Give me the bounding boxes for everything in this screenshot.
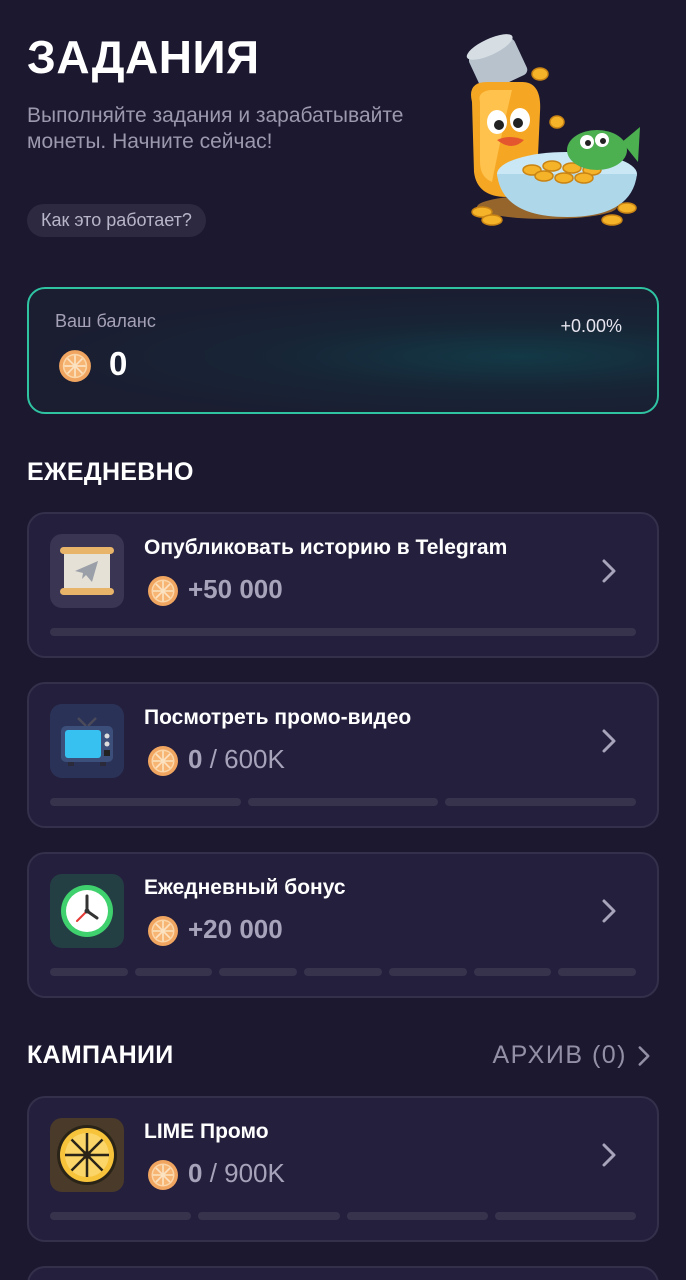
- progress-segment: [247, 798, 439, 806]
- progress-segment: [473, 968, 552, 976]
- chevron-right-icon: [638, 1045, 650, 1066]
- progress-segment: [50, 628, 636, 636]
- progress-segment: [134, 968, 213, 976]
- task-title: LIME Промо: [144, 1120, 269, 1143]
- page-title: ЗАДАНИЯ: [27, 31, 260, 83]
- task-progress: [50, 968, 637, 976]
- task-reward: 0 / 600K: [188, 744, 285, 775]
- task-title: Опубликовать историю в Telegram: [144, 536, 508, 559]
- task-card-daily-bonus[interactable]: Ежедневный бонус +20 000: [27, 852, 659, 998]
- coin-icon: [147, 915, 179, 947]
- task-reward-value: +50 000: [188, 574, 283, 604]
- progress-segment: [388, 968, 467, 976]
- balance-card: Ваш баланс +0.00% 0: [27, 287, 659, 414]
- progress-segment: [50, 1212, 192, 1220]
- task-progress: [50, 798, 637, 806]
- chevron-right-icon: [601, 558, 617, 584]
- task-card-lime-promo[interactable]: LIME Промо 0 / 900K: [27, 1096, 659, 1242]
- task-title: Посмотреть промо-видео: [144, 706, 412, 729]
- coin-icon: [58, 349, 92, 383]
- lime-icon: [50, 1118, 124, 1192]
- progress-segment: [50, 968, 128, 976]
- task-reward: 0 / 900K: [188, 1158, 285, 1189]
- balance-label: Ваш баланс: [55, 311, 156, 331]
- mascot-illustration: [466, 34, 640, 226]
- task-progress: [50, 1212, 636, 1220]
- task-reward-total: / 600K: [202, 744, 285, 774]
- progress-segment: [558, 968, 637, 976]
- chevron-right-icon: [601, 728, 617, 754]
- coin-icon: [147, 1159, 179, 1191]
- how-it-works-button[interactable]: Как это работает?: [27, 204, 206, 237]
- task-reward: +20 000: [188, 914, 283, 945]
- task-reward-value: +20 000: [188, 914, 283, 944]
- daily-section-title: ЕЖЕДНЕВНО: [27, 458, 194, 486]
- progress-segment: [445, 798, 637, 806]
- task-reward-value: 0: [188, 1158, 203, 1188]
- progress-segment: [198, 1212, 340, 1220]
- task-card-partial[interactable]: [27, 1266, 659, 1280]
- tv-icon: [50, 704, 124, 778]
- task-reward: +50 000: [188, 574, 283, 605]
- balance-change: +0.00%: [560, 316, 622, 336]
- progress-segment: [494, 1212, 636, 1220]
- chevron-right-icon: [601, 1142, 617, 1168]
- progress-segment: [219, 968, 298, 976]
- chevron-right-icon: [601, 898, 617, 924]
- coin-icon: [147, 575, 179, 607]
- progress-segment: [50, 798, 241, 806]
- task-reward-value: 0: [188, 744, 203, 774]
- task-title: Ежедневный бонус: [144, 876, 346, 899]
- page-subtitle: Выполняйте задания и зарабатывайте монет…: [27, 104, 404, 153]
- clock-icon: [50, 874, 124, 948]
- balance-value: 0: [109, 345, 128, 382]
- progress-segment: [346, 1212, 488, 1220]
- task-progress: [50, 628, 636, 636]
- task-card-watch-promo[interactable]: Посмотреть промо-видео 0 / 600K: [27, 682, 659, 828]
- archive-link[interactable]: АРХИВ (0): [492, 1041, 651, 1070]
- task-card-publish-story[interactable]: Опубликовать историю в Telegram +50 000: [27, 512, 659, 658]
- campaigns-section-title: КАМПАНИИ: [27, 1041, 174, 1069]
- archive-label: АРХИВ (0): [492, 1041, 627, 1069]
- task-reward-total: / 900K: [202, 1158, 285, 1188]
- telegram-scroll-icon: [50, 534, 124, 608]
- coin-icon: [147, 745, 179, 777]
- progress-segment: [304, 968, 382, 976]
